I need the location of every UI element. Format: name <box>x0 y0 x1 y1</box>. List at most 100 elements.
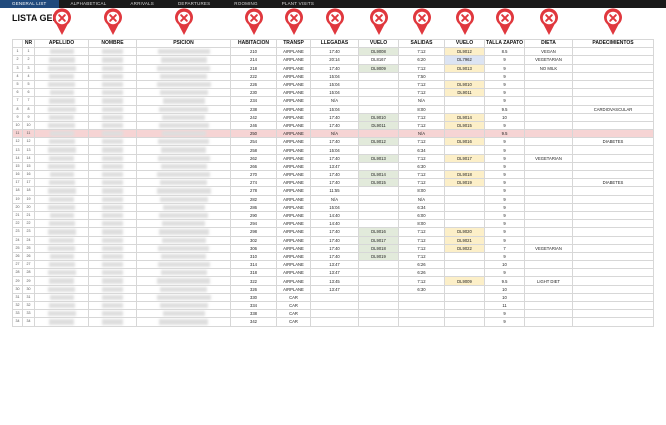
v2-cell[interactable]: DL9018 <box>444 169 485 180</box>
hab-cell[interactable]: 290 <box>230 210 277 221</box>
nombre-cell-redacted[interactable] <box>88 227 137 237</box>
tz-cell[interactable]: 9 <box>484 137 525 147</box>
apellido-cell-redacted[interactable] <box>34 169 89 180</box>
tz-cell[interactable]: 9 <box>484 186 525 196</box>
column-header[interactable]: PADECIMIENTOS <box>572 38 654 49</box>
psicion-cell-redacted[interactable] <box>136 137 231 147</box>
sal-cell[interactable]: 6:34 <box>398 202 445 212</box>
table-row[interactable]: 11 11 250 AIRPLANE N/A N/A 9.5 <box>12 129 654 139</box>
apellido-cell-redacted[interactable] <box>34 104 89 114</box>
v2-cell[interactable]: DL9016 <box>444 137 485 147</box>
table-row[interactable]: 17 17 274 AIRPLANE 17:40 DL9015 7:12 DL9019 9 DIA… <box>12 178 654 188</box>
di-cell[interactable] <box>524 268 573 278</box>
di-cell[interactable] <box>524 186 573 196</box>
hab-cell[interactable]: 338 <box>230 309 277 319</box>
tz-cell[interactable]: 9 <box>484 63 525 73</box>
tr-cell[interactable]: AIRPLANE <box>276 104 311 114</box>
ll-cell[interactable]: 14:40 <box>310 210 359 221</box>
row-number-cell[interactable]: 24 <box>12 235 23 245</box>
close-marker-icon[interactable] <box>325 8 345 36</box>
table-row[interactable]: 16 16 270 AIRPLANE 17:40 DL9014 7:12 DL9018 9 <box>12 169 654 180</box>
v2-cell[interactable]: DL9010 <box>444 79 485 90</box>
sal-cell[interactable]: 7:12 <box>398 153 445 163</box>
close-marker-icon[interactable] <box>103 8 123 36</box>
pa-cell[interactable] <box>572 210 654 221</box>
nr-cell[interactable]: 23 <box>22 227 35 237</box>
v1-cell[interactable]: DL9016 <box>358 227 399 237</box>
v2-cell[interactable] <box>444 96 485 106</box>
pa-cell[interactable] <box>572 219 654 229</box>
v1-cell[interactable] <box>358 194 399 204</box>
psicion-cell-redacted[interactable] <box>136 55 231 65</box>
row-number-cell[interactable]: 2 <box>12 55 23 65</box>
tr-cell[interactable]: AIRPLANE <box>276 268 311 278</box>
pa-cell[interactable] <box>572 251 654 262</box>
nombre-cell-redacted[interactable] <box>88 145 137 155</box>
v1-cell[interactable] <box>358 145 399 155</box>
row-number-cell[interactable]: 12 <box>12 137 23 147</box>
pa-cell[interactable] <box>572 292 654 303</box>
ll-cell[interactable]: 17:40 <box>310 251 359 262</box>
apellido-cell-redacted[interactable] <box>34 71 89 81</box>
apellido-cell-redacted[interactable] <box>34 55 89 65</box>
apellido-cell-redacted[interactable] <box>34 309 89 319</box>
nr-cell[interactable]: 7 <box>22 96 35 106</box>
tr-cell[interactable]: AIRPLANE <box>276 47 311 57</box>
di-cell[interactable]: VEGETARIAN <box>524 153 573 163</box>
di-cell[interactable] <box>524 161 573 172</box>
v2-cell[interactable]: DL9009 <box>444 276 485 286</box>
tr-cell[interactable]: AIRPLANE <box>276 112 311 122</box>
table-row[interactable]: 28 28 318 AIRPLANE 13:47 6:26 9 <box>12 268 654 278</box>
v1-cell[interactable]: DL9008 <box>358 47 399 57</box>
tab-rooming[interactable]: ROOMING <box>222 0 269 8</box>
row-number-cell[interactable]: 16 <box>12 169 23 180</box>
tab-departures[interactable]: DEPARTURES <box>166 0 222 8</box>
di-cell[interactable] <box>524 96 573 106</box>
tz-cell[interactable]: 10 <box>484 260 525 270</box>
pa-cell[interactable] <box>572 71 654 81</box>
v2-cell[interactable]: DL9019 <box>444 178 485 188</box>
tz-cell[interactable]: 9 <box>484 219 525 229</box>
nr-cell[interactable]: 6 <box>22 88 35 98</box>
nombre-cell-redacted[interactable] <box>88 276 137 286</box>
pa-cell[interactable] <box>572 309 654 319</box>
table-row[interactable]: 27 27 314 AIRPLANE 13:47 6:26 10 <box>12 260 654 270</box>
di-cell[interactable] <box>524 71 573 81</box>
tz-cell[interactable]: 9 <box>484 161 525 172</box>
v2-cell[interactable] <box>444 161 485 172</box>
pa-cell[interactable] <box>572 96 654 106</box>
apellido-cell-redacted[interactable] <box>34 300 89 311</box>
table-row[interactable]: 14 14 262 AIRPLANE 17:40 DL9013 7:12 DL9017 9 VEG… <box>12 153 654 163</box>
table-row[interactable]: 15 15 266 AIRPLANE 13:47 6:30 9 <box>12 161 654 172</box>
psicion-cell-redacted[interactable] <box>136 71 231 81</box>
tr-cell[interactable]: AIRPLANE <box>276 169 311 180</box>
ll-cell[interactable]: N/A <box>310 96 359 106</box>
tr-cell[interactable]: AIRPLANE <box>276 161 311 172</box>
apellido-cell-redacted[interactable] <box>34 120 89 131</box>
psicion-cell-redacted[interactable] <box>136 284 231 294</box>
v1-cell[interactable] <box>358 129 399 139</box>
tr-cell[interactable]: AIRPLANE <box>276 202 311 212</box>
v1-cell[interactable] <box>358 104 399 114</box>
psicion-cell-redacted[interactable] <box>136 186 231 196</box>
hab-cell[interactable]: 342 <box>230 317 277 327</box>
ll-cell[interactable]: 13:47 <box>310 161 359 172</box>
table-row[interactable]: 10 10 246 AIRPLANE 17:40 DL9011 7:12 DL9015 9 <box>12 120 654 131</box>
v1-cell[interactable] <box>358 219 399 229</box>
nombre-cell-redacted[interactable] <box>88 79 137 90</box>
hab-cell[interactable]: 226 <box>230 79 277 90</box>
apellido-cell-redacted[interactable] <box>34 112 89 122</box>
tr-cell[interactable]: AIRPLANE <box>276 227 311 237</box>
tr-cell[interactable]: AIRPLANE <box>276 145 311 155</box>
row-number-cell[interactable]: 29 <box>12 276 23 286</box>
nombre-cell-redacted[interactable] <box>88 268 137 278</box>
close-marker-icon[interactable] <box>603 8 623 36</box>
hab-cell[interactable]: 318 <box>230 268 277 278</box>
row-number-cell[interactable]: 4 <box>12 71 23 81</box>
row-number-cell[interactable]: 26 <box>12 251 23 262</box>
di-cell[interactable] <box>524 137 573 147</box>
sal-cell[interactable]: 7:12 <box>398 178 445 188</box>
tz-cell[interactable]: 9.5 <box>484 276 525 286</box>
v2-cell[interactable] <box>444 260 485 270</box>
hab-cell[interactable]: 286 <box>230 202 277 212</box>
